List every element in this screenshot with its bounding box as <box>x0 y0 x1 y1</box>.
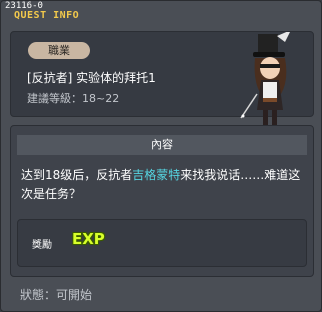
content-header: 內容 <box>17 135 307 155</box>
quest-summary-panel: 職業 [反抗者] 实验体的拜托1 建議等級：18~22 <box>10 31 314 135</box>
npc-name-link[interactable]: 吉格蒙特 <box>132 168 180 182</box>
title-bar[interactable]: 23116-0 QUEST INFO <box>3 1 321 25</box>
recommended-level: 建議等級：18~22 <box>27 92 120 105</box>
shirt <box>263 82 277 100</box>
quest-description: 达到18级后，反抗者吉格蒙特来找我说话……难道这次是任务？ <box>21 166 305 204</box>
quest-status: 狀態：可開始 <box>20 288 93 302</box>
hat-crown <box>258 34 278 54</box>
hat-feather <box>277 32 290 42</box>
content-panel: 內容 达到18级后，反抗者吉格蒙特来找我说话……难道这次是任务？ 獎勵 EXP <box>10 125 314 277</box>
hat-brim <box>253 52 285 57</box>
npc-portrait <box>240 32 290 135</box>
mask <box>260 64 280 68</box>
cane <box>240 93 258 119</box>
quest-info-window: 23116-0 QUEST INFO 職業 [反抗者] 实验体的拜托1 建議等級… <box>0 0 322 312</box>
cane-tip <box>241 114 245 118</box>
reward-label: 獎勵 <box>32 240 52 251</box>
quest-name: [反抗者] 实验体的拜托1 <box>27 71 156 85</box>
category-badge: 職業 <box>28 42 90 59</box>
belt <box>263 98 277 102</box>
window-title: QUEST INFO <box>14 10 80 21</box>
description-text-before: 达到18级后，反抗者 <box>21 168 133 182</box>
exp-icon: EXP <box>72 230 105 248</box>
reward-panel: 獎勵 EXP <box>17 219 307 267</box>
